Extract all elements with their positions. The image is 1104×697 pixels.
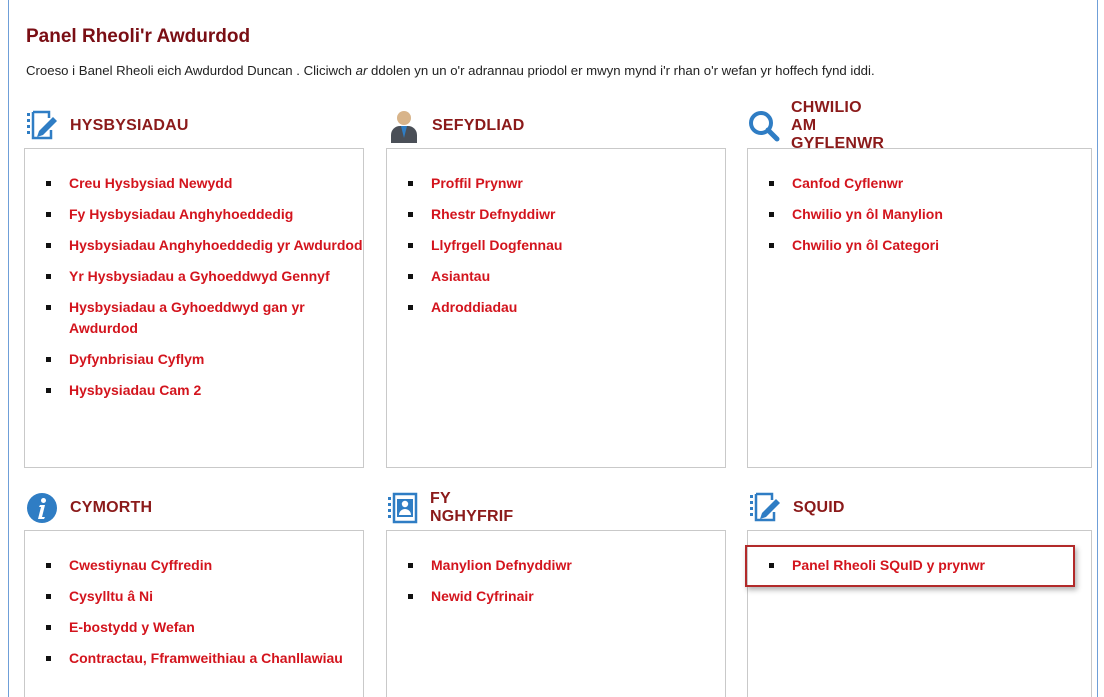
link-list: Cwestiynau Cyffredin Cysylltu â Ni E-bos… [25,531,363,669]
person-icon [386,108,422,144]
section-header: HYSBYSIADAU [24,106,189,146]
link-hysbysiadau-a-gyhoeddwyd-gennyf[interactable]: Yr Hysbysiadau a Gyhoeddwyd Gennyf [45,266,363,287]
section-box: Cwestiynau Cyffredin Cysylltu â Ni E-bos… [24,530,364,697]
section-box: Canfod Cyflenwr Chwilio yn ôl Manylion C… [747,148,1092,468]
link-adroddiadau[interactable]: Adroddiadau [407,297,725,318]
link-list: Canfod Cyflenwr Chwilio yn ôl Manylion C… [748,149,1091,256]
section-title: CYMORTH [70,499,153,516]
link-canfod-cyflenwr[interactable]: Canfod Cyflenwr [768,173,1091,194]
page-title: Panel Rheoli'r Awdurdod [26,26,251,47]
section-title: SQUID [793,499,845,516]
link-list: Creu Hysbysiad Newydd Fy Hysbysiadau Ang… [25,149,363,401]
link-rhestr-defnyddiwr[interactable]: Rhestr Defnyddiwr [407,204,725,225]
link-chwilio-manylion[interactable]: Chwilio yn ôl Manylion [768,204,1091,225]
link-e-bostydd-wefan[interactable]: E-bostydd y Wefan [45,617,363,638]
link-list: Manylion Defnyddiwr Newid Cyfrinair [387,531,725,607]
section-title: SEFYDLIAD [432,117,525,134]
link-hysbysiadau-a-gyhoeddwyd-awdurdod[interactable]: Hysbysiadau a Gyhoeddwyd gan yr Awdurdod [45,297,363,339]
link-contractau-fframweithiau[interactable]: Contractau, Fframweithiau a Chanllawiau [45,648,363,669]
link-creu-hysbysiad[interactable]: Creu Hysbysiad Newydd [45,173,363,194]
section-header: CYMORTH [24,488,152,528]
section-box: Proffil Prynwr Rhestr Defnyddiwr Llyfrge… [386,148,726,468]
section-title: FY NGHYFRIF [430,490,514,525]
link-fy-hysbysiadau-anghyhoeddedig[interactable]: Fy Hysbysiadau Anghyhoeddedig [45,204,363,225]
section-header: FY NGHYFRIF [386,488,515,528]
highlight-box [745,545,1075,587]
magnifier-icon [747,108,781,144]
edit-list-icon [747,490,783,526]
account-card-icon [386,490,420,526]
intro-text: Croeso i Banel Rheoli eich Awdurdod Dunc… [26,63,875,78]
link-list: Proffil Prynwr Rhestr Defnyddiwr Llyfrge… [387,149,725,318]
link-cysylltu-a-ni[interactable]: Cysylltu â Ni [45,586,363,607]
section-title: HYSBYSIADAU [70,117,189,134]
section-box: Creu Hysbysiad Newydd Fy Hysbysiadau Ang… [24,148,364,468]
section-box: Manylion Defnyddiwr Newid Cyfrinair [386,530,726,697]
link-proffil-prynwr[interactable]: Proffil Prynwr [407,173,725,194]
link-newid-cyfrinair[interactable]: Newid Cyfrinair [407,586,725,607]
edit-list-icon [24,108,60,144]
link-chwilio-categori[interactable]: Chwilio yn ôl Categori [768,235,1091,256]
section-header: SQUID [747,488,845,528]
link-manylion-defnyddiwr[interactable]: Manylion Defnyddiwr [407,555,725,576]
link-dyfynbrisiau-cyflym[interactable]: Dyfynbrisiau Cyflym [45,349,363,370]
link-hysbysiadau-cam-2[interactable]: Hysbysiadau Cam 2 [45,380,363,401]
info-icon [24,490,60,526]
link-llyfrgell-dogfennau[interactable]: Llyfrgell Dogfennau [407,235,725,256]
link-cwestiynau-cyffredin[interactable]: Cwestiynau Cyffredin [45,555,363,576]
link-hysbysiadau-anghyhoeddedig-awdurdod[interactable]: Hysbysiadau Anghyhoeddedig yr Awdurdod [45,235,363,256]
section-header: SEFYDLIAD [386,106,524,146]
link-asiantau[interactable]: Asiantau [407,266,725,287]
section-title: CHWILIO AM GYFLENWR [791,99,885,152]
section-header: CHWILIO AM GYFLENWR [747,99,886,152]
